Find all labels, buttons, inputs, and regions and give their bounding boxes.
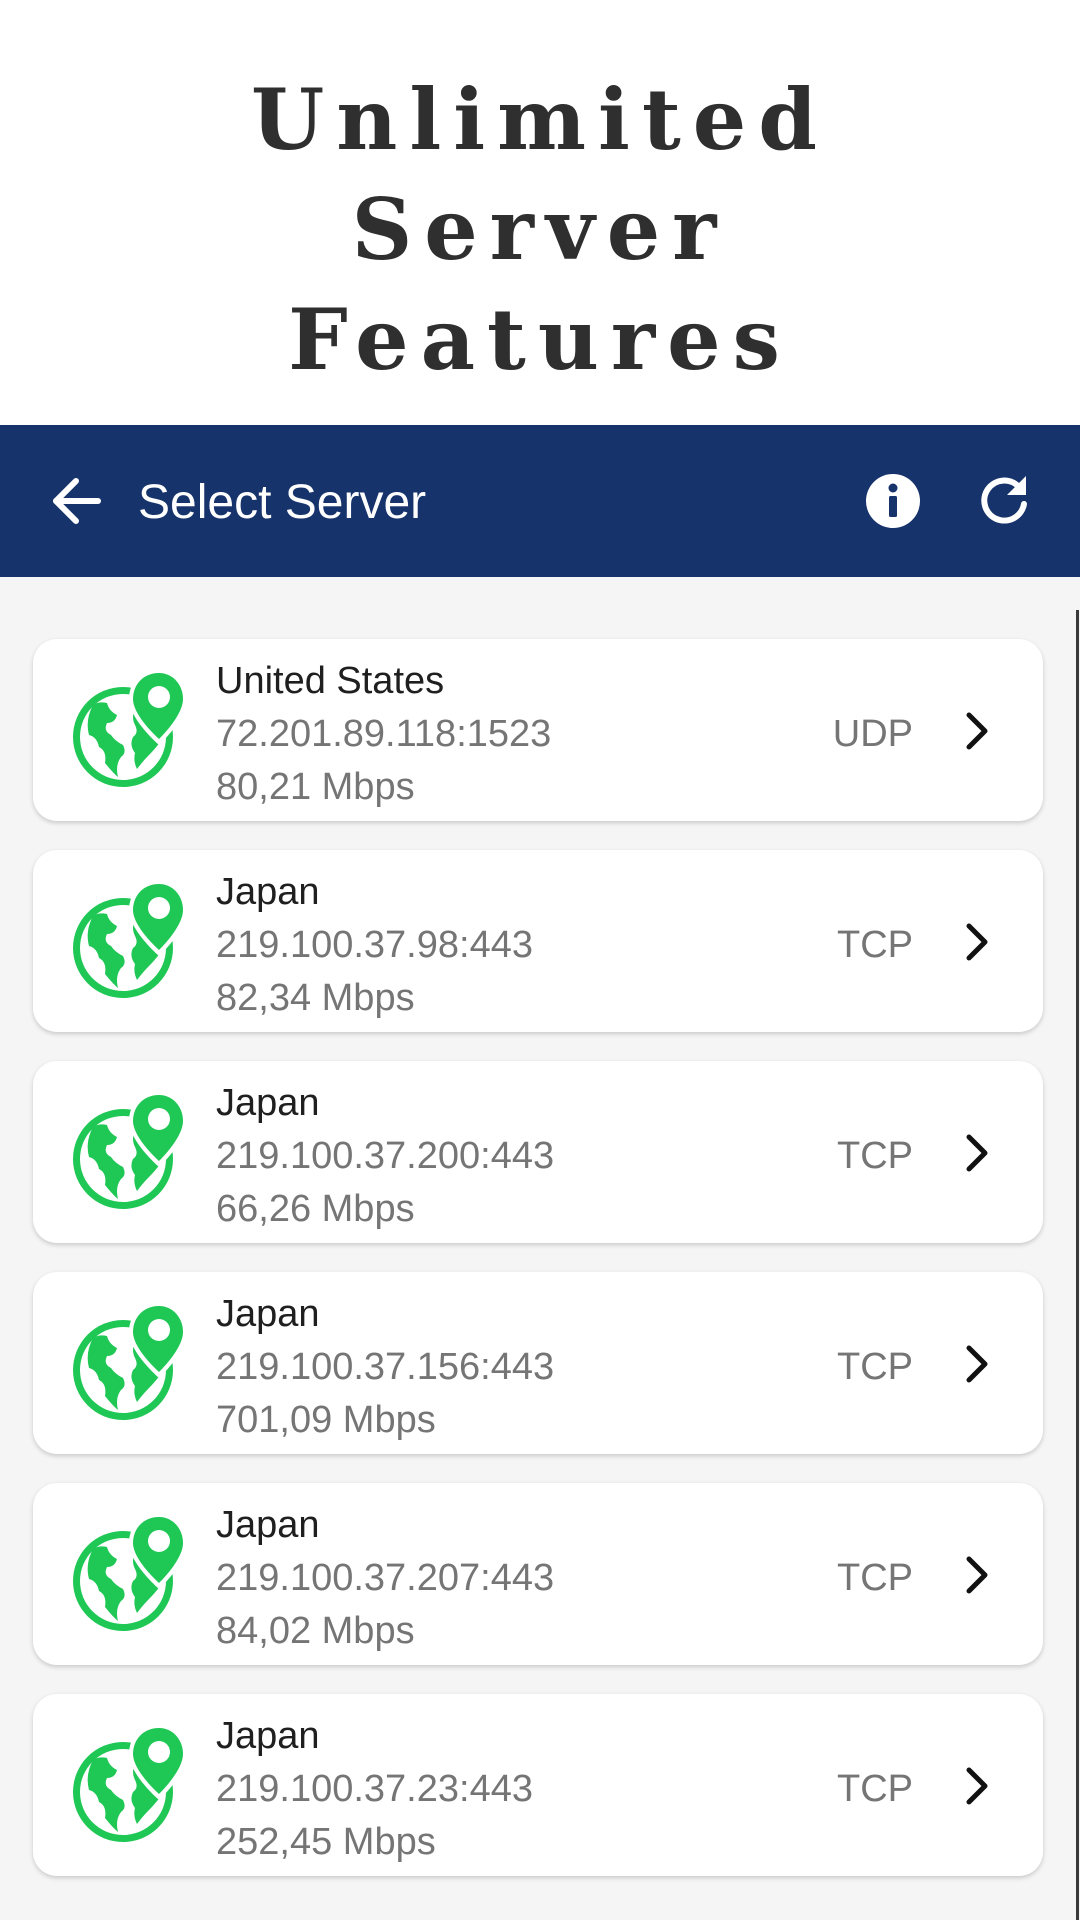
server-card-3[interactable]: Japan 219.100.37.200:443 66,26 Mbps TCP [33,1061,1043,1243]
info-icon [866,474,920,528]
server-card-4[interactable]: Japan 219.100.37.156:443 701,09 Mbps TCP [33,1272,1043,1454]
server-card-1[interactable]: United States 72.201.89.118:1523 80,21 M… [33,639,1043,821]
server-protocol: TCP [837,924,913,966]
server-address: 72.201.89.118:1523 [216,713,552,755]
server-speed: 66,26 Mbps [216,1188,415,1230]
server-speed: 82,34 Mbps [216,977,415,1019]
chevron-right-icon [966,1556,988,1594]
info-button[interactable] [864,472,922,530]
chevron-right-icon [966,923,988,961]
server-address: 219.100.37.23:443 [216,1768,533,1810]
server-country: Japan [216,1293,320,1335]
server-protocol: UDP [832,713,913,755]
globe-location-icon [73,1091,187,1209]
server-protocol: TCP [837,1135,913,1177]
server-card-6[interactable]: Japan 219.100.37.23:443 252,45 Mbps TCP [33,1694,1043,1876]
promo-title-line-2: Server [351,180,729,279]
refresh-button[interactable] [974,470,1034,530]
server-country: Japan [216,1715,320,1757]
globe-location-icon [73,1724,187,1842]
server-protocol: TCP [837,1557,913,1599]
server-country: United States [216,660,445,702]
promo-title-line-1: Unlimited [251,70,829,169]
server-protocol: TCP [837,1768,913,1810]
globe-location-icon [73,669,187,787]
chevron-right-icon [966,1767,988,1805]
globe-location-icon [73,880,187,998]
server-speed: 701,09 Mbps [216,1399,436,1441]
server-protocol: TCP [837,1346,913,1388]
chevron-right-icon [966,1345,988,1383]
promo-title-line-3: Features [288,290,792,389]
page-title: Select Server [138,476,427,529]
server-address: 219.100.37.200:443 [216,1135,555,1177]
server-list[interactable]: United States 72.201.89.118:1523 80,21 M… [0,577,1080,1920]
back-button[interactable] [46,471,106,531]
promo-banner: Unlimited Server Features [0,0,1080,425]
server-speed: 84,02 Mbps [216,1610,415,1652]
refresh-icon [981,476,1027,524]
globe-location-icon [73,1513,187,1631]
arrow-left-icon [53,478,101,524]
server-country: Japan [216,1082,320,1124]
chevron-right-icon [966,712,988,750]
server-country: Japan [216,871,320,913]
server-country: Japan [216,1504,320,1546]
server-speed: 80,21 Mbps [216,766,415,808]
globe-location-icon [73,1302,187,1420]
server-address: 219.100.37.156:443 [216,1346,555,1388]
scrollbar[interactable] [1076,610,1079,1920]
server-address: 219.100.37.98:443 [216,924,533,966]
chevron-right-icon [966,1134,988,1172]
server-address: 219.100.37.207:443 [216,1557,555,1599]
server-card-5[interactable]: Japan 219.100.37.207:443 84,02 Mbps TCP [33,1483,1043,1665]
server-speed: 252,45 Mbps [216,1821,436,1863]
server-card-2[interactable]: Japan 219.100.37.98:443 82,34 Mbps TCP [33,850,1043,1032]
